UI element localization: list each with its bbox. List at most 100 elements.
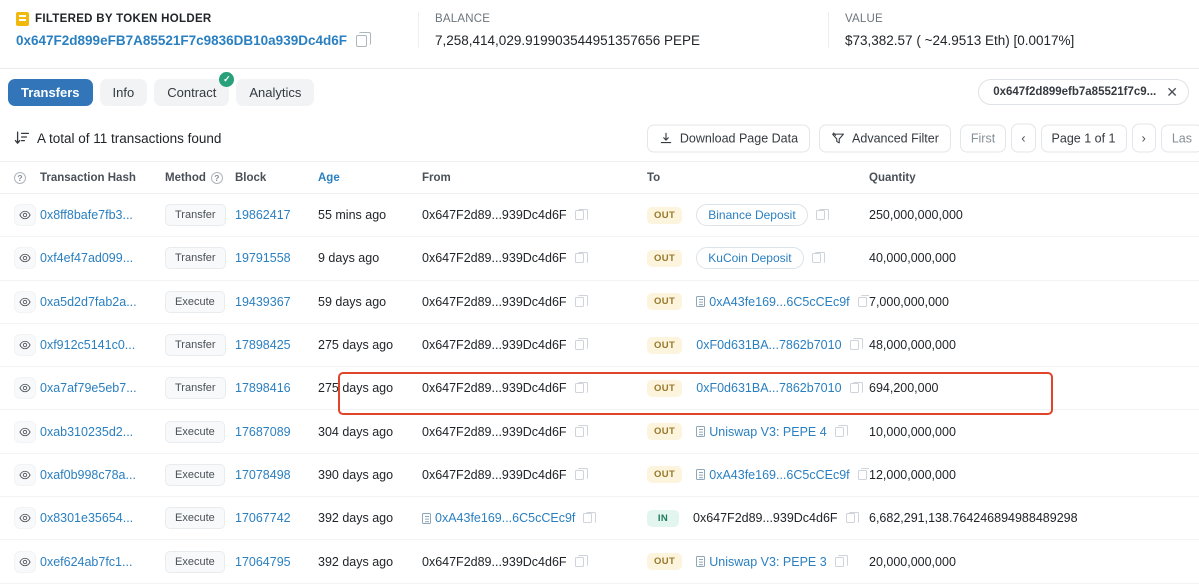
to-address-link[interactable]: 0xF0d631BA...7862b7010	[696, 338, 841, 352]
copy-icon[interactable]	[355, 32, 372, 47]
method-badge[interactable]: Transfer	[165, 247, 226, 270]
cell-to: OUT Binance Deposit	[647, 193, 869, 238]
eye-icon[interactable]	[14, 550, 36, 573]
method-badge[interactable]: Transfer	[165, 334, 226, 357]
advanced-filter-button[interactable]: Advanced Filter	[819, 124, 951, 152]
tab-info[interactable]: Info	[99, 78, 148, 106]
to-address-link[interactable]: 0xA43fe169...6C5cCEc9f	[709, 295, 849, 309]
cell-method: Execute	[165, 453, 235, 498]
method-badge[interactable]: Execute	[165, 420, 225, 443]
copy-icon[interactable]	[574, 554, 588, 567]
copy-icon[interactable]	[849, 381, 863, 394]
method-badge[interactable]: Transfer	[165, 377, 226, 400]
header-age[interactable]: Age	[318, 161, 422, 194]
tab-label: Contract	[167, 84, 217, 100]
copy-icon[interactable]	[574, 208, 588, 221]
direction-badge: IN	[647, 509, 679, 527]
transactions-table: ? Transaction Hash Method ? Block Age Fr…	[0, 161, 1199, 584]
from-address-text: 0x647F2d89...939Dc4d6F	[422, 338, 567, 353]
copy-icon[interactable]	[834, 425, 848, 437]
copy-icon[interactable]	[849, 338, 863, 351]
transaction-hash-link[interactable]: 0xef624ab7fc1...	[40, 555, 132, 569]
cell-from: 0x647F2d89...939Dc4d6F	[422, 193, 647, 238]
filter-chip-label: 0x647f2d899efb7a85521f7c9...	[993, 86, 1157, 98]
tab-analytics[interactable]: Analytics	[236, 78, 315, 106]
transaction-hash-link[interactable]: 0xf4ef47ad099...	[40, 251, 133, 265]
table-body: 0x8ff8bafe7fb3... Transfer 19862417 55 mins…	[0, 193, 1199, 584]
copy-icon[interactable]	[845, 511, 859, 524]
to-address-link[interactable]: Binance Deposit	[696, 204, 808, 227]
header-block: Block	[235, 161, 318, 194]
to-address-link[interactable]: Uniswap V3: PEPE 3	[709, 555, 826, 569]
page-last-button[interactable]: Las	[1160, 124, 1199, 152]
copy-icon[interactable]	[574, 425, 588, 437]
help-icon[interactable]: ?	[14, 172, 26, 184]
copy-icon[interactable]	[574, 381, 588, 394]
holder-address-link[interactable]: 0x647F2d899eFB7A85521F7c9836DB10a939Dc4d…	[16, 33, 347, 48]
block-link[interactable]: 17078498	[235, 468, 291, 482]
from-address-text: 0x647F2d89...939Dc4d6F	[422, 467, 567, 482]
method-badge[interactable]: Execute	[165, 463, 225, 486]
download-icon	[660, 132, 672, 143]
page-next-button[interactable]: ›	[1131, 123, 1156, 153]
method-badge[interactable]: Transfer	[165, 204, 226, 227]
copy-icon[interactable]	[815, 208, 829, 221]
advanced-filter-label: Advanced Filter	[852, 131, 939, 145]
to-address-link[interactable]: 0xF0d631BA...7862b7010	[696, 381, 841, 395]
contract-icon	[696, 556, 706, 568]
tab-contract[interactable]: Contract ✓	[154, 71, 235, 106]
transaction-hash-link[interactable]: 0xa5d2d7fab2a...	[40, 295, 137, 309]
block-link[interactable]: 17898425	[235, 338, 291, 352]
eye-icon[interactable]	[14, 377, 36, 400]
block-link[interactable]: 19862417	[235, 208, 291, 222]
copy-icon[interactable]	[583, 511, 597, 524]
copy-icon[interactable]	[811, 251, 825, 264]
block-link[interactable]: 19439367	[235, 295, 291, 309]
help-icon[interactable]: ?	[210, 171, 223, 184]
tab-label: Info	[112, 84, 135, 100]
eye-icon[interactable]	[14, 420, 36, 443]
copy-icon[interactable]	[574, 338, 588, 351]
transaction-hash-link[interactable]: 0xaf0b998c78a...	[40, 468, 136, 482]
block-link[interactable]: 17064795	[235, 555, 291, 569]
copy-icon[interactable]	[834, 554, 848, 567]
copy-icon[interactable]	[574, 251, 588, 264]
eye-icon[interactable]	[14, 247, 36, 270]
download-page-data-button[interactable]: Download Page Data	[646, 124, 811, 152]
direction-badge: OUT	[647, 553, 683, 571]
from-address-link[interactable]: 0xA43fe169...6C5cCEc9f	[435, 511, 575, 525]
transaction-hash-link[interactable]: 0x8301e35654...	[40, 511, 133, 525]
eye-icon[interactable]	[14, 204, 36, 227]
page-prev-button[interactable]: ‹	[1011, 123, 1036, 153]
method-badge[interactable]: Execute	[165, 290, 225, 313]
sort-descending-icon[interactable]	[14, 130, 30, 146]
to-address-link[interactable]: 0xA43fe169...6C5cCEc9f	[709, 468, 849, 482]
block-link[interactable]: 17898416	[235, 381, 291, 395]
close-icon[interactable]: ✕	[1166, 85, 1178, 99]
eye-icon[interactable]	[14, 507, 36, 530]
eye-icon[interactable]	[14, 290, 36, 313]
transaction-hash-link[interactable]: 0x8ff8bafe7fb3...	[40, 208, 133, 222]
block-link[interactable]: 17067742	[235, 511, 291, 525]
transaction-hash-link[interactable]: 0xa7af79e5eb7...	[40, 381, 137, 395]
copy-icon[interactable]	[857, 468, 869, 480]
copy-icon[interactable]	[574, 468, 588, 480]
copy-icon[interactable]	[857, 295, 869, 307]
block-link[interactable]: 19791558	[235, 251, 291, 265]
tab-transfers[interactable]: Transfers	[8, 78, 93, 106]
transaction-hash-link[interactable]: 0xf912c5141c0...	[40, 338, 135, 352]
eye-icon[interactable]	[14, 463, 36, 486]
method-badge[interactable]: Execute	[165, 550, 225, 573]
quantity-value: 250,000,000,000	[869, 208, 963, 223]
header-transaction-hash: Transaction Hash	[40, 161, 165, 194]
to-address-link[interactable]: KuCoin Deposit	[696, 247, 804, 270]
cell-transaction-hash: 0xef624ab7fc1...	[40, 539, 165, 584]
block-link[interactable]: 17687089	[235, 425, 291, 439]
transaction-hash-link[interactable]: 0xab310235d2...	[40, 425, 133, 439]
page-first-button[interactable]: First	[959, 124, 1007, 152]
method-badge[interactable]: Execute	[165, 507, 225, 530]
copy-icon[interactable]	[574, 295, 588, 307]
eye-icon[interactable]	[14, 334, 36, 357]
to-address-link[interactable]: Uniswap V3: PEPE 4	[709, 425, 826, 439]
active-filter-chip[interactable]: 0x647f2d899efb7a85521f7c9... ✕	[978, 79, 1189, 105]
